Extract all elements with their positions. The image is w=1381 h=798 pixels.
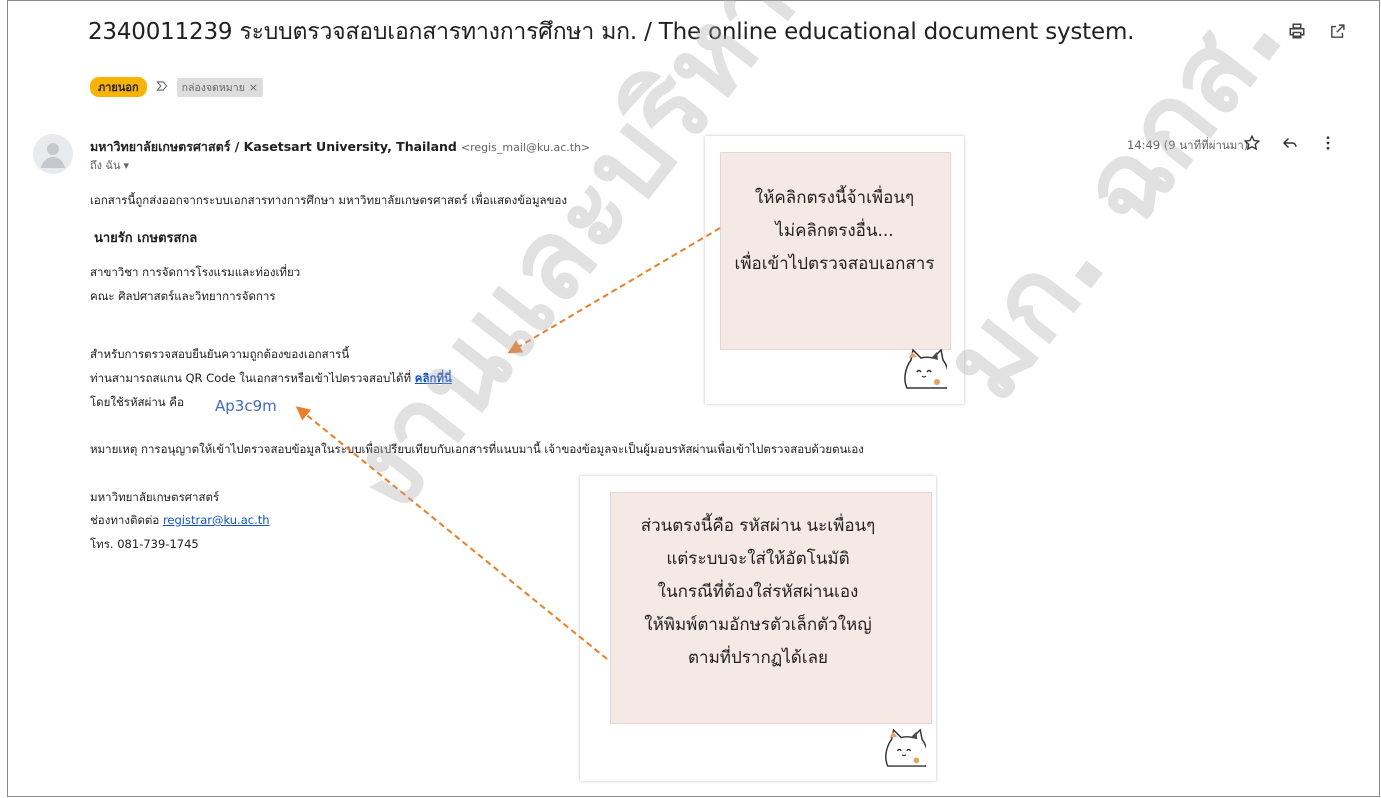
arrow-to-password [295, 406, 608, 660]
annotation-arrows [295, 227, 721, 660]
arrow-to-link [507, 227, 721, 354]
